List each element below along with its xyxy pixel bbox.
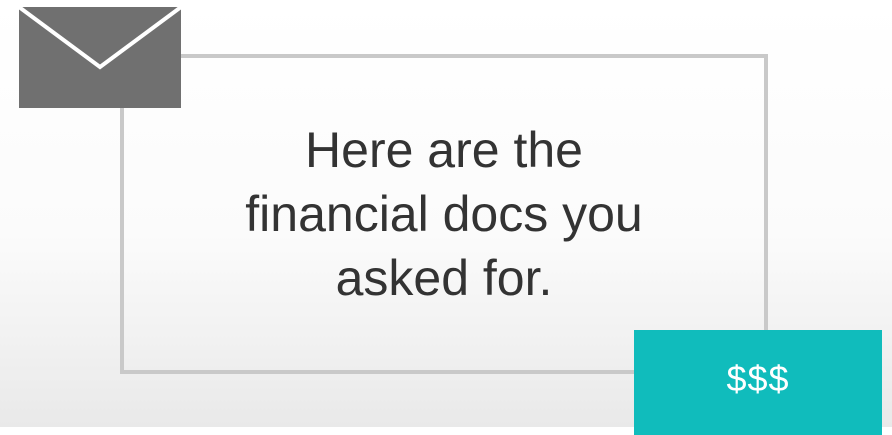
attachment-tag: $$$ (634, 330, 882, 435)
attachment-label: $$$ (726, 357, 790, 399)
envelope-icon (19, 7, 181, 108)
message-text: Here are the financial docs you asked fo… (245, 122, 643, 306)
